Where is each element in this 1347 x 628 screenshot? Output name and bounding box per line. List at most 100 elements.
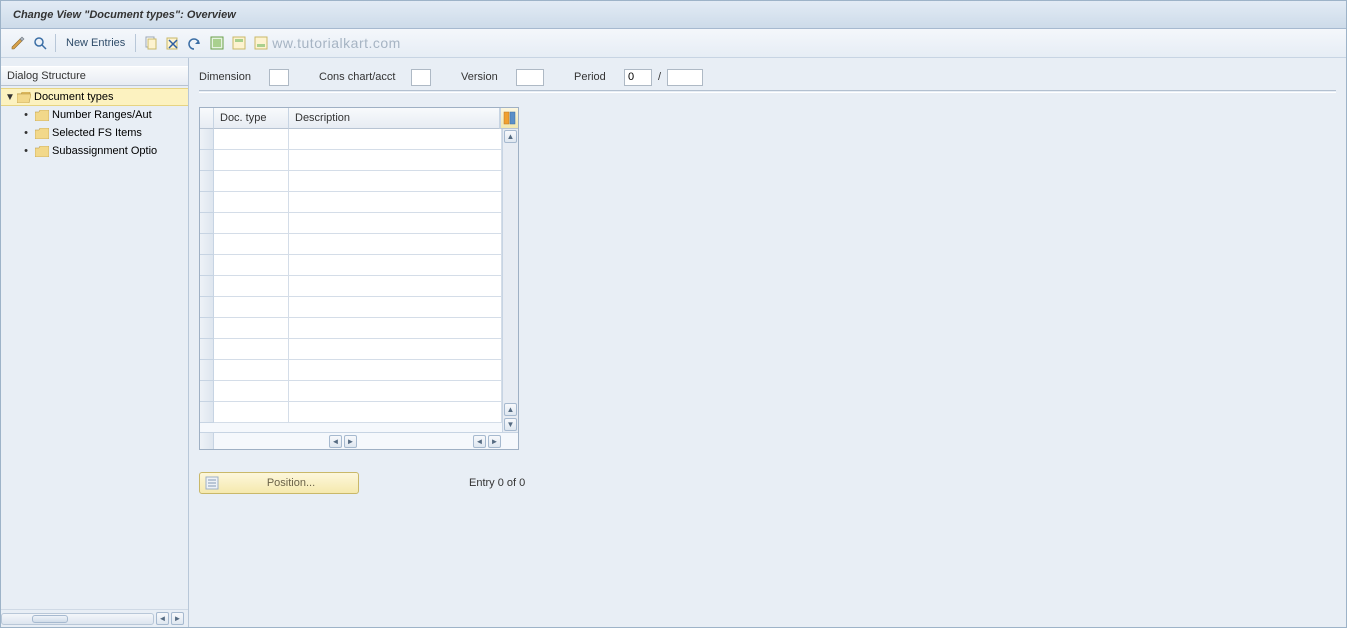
cell-description[interactable] — [289, 255, 502, 276]
cell-description[interactable] — [289, 402, 502, 423]
cell-description[interactable] — [289, 129, 502, 150]
scroll-up-icon[interactable]: ▲ — [504, 130, 517, 143]
cell-description[interactable] — [289, 171, 502, 192]
row-selector[interactable] — [200, 402, 214, 423]
cell-doc-type[interactable] — [214, 234, 289, 255]
scroll-right-icon[interactable]: ► — [171, 612, 184, 625]
scroll-left-icon[interactable]: ◄ — [329, 435, 342, 448]
parameters-row: Dimension Cons chart/acct Version Period… — [199, 66, 1336, 88]
cell-description[interactable] — [289, 234, 502, 255]
left-panel-scrollbar[interactable]: ◄ ► — [1, 609, 188, 627]
row-selector[interactable] — [200, 381, 214, 402]
toolbar: New Entries ww.tutorialkart.com — [1, 29, 1346, 58]
cell-description[interactable] — [289, 297, 502, 318]
cell-doc-type[interactable] — [214, 339, 289, 360]
cell-doc-type[interactable] — [214, 213, 289, 234]
cell-description[interactable] — [289, 318, 502, 339]
delete-icon[interactable] — [164, 34, 182, 52]
watermark-text: ww.tutorialkart.com — [272, 35, 401, 51]
scroll-down-icon[interactable]: ▼ — [504, 418, 517, 431]
row-selector[interactable] — [200, 318, 214, 339]
undo-icon[interactable] — [186, 34, 204, 52]
horizontal-scrollbar[interactable]: ◄ ► ◄ ► — [200, 432, 518, 449]
table-row[interactable] — [200, 234, 518, 255]
cell-description[interactable] — [289, 339, 502, 360]
table-row[interactable] — [200, 360, 518, 381]
table-row[interactable] — [200, 402, 518, 423]
table-row[interactable] — [200, 150, 518, 171]
version-label: Version — [461, 71, 516, 83]
cell-description[interactable] — [289, 381, 502, 402]
row-selector[interactable] — [200, 234, 214, 255]
tree-node-selected-fs-items[interactable]: • Selected FS Items — [1, 124, 188, 142]
row-selector[interactable] — [200, 213, 214, 234]
scroll-left-icon[interactable]: ◄ — [473, 435, 486, 448]
row-selector-header[interactable] — [200, 108, 214, 129]
cell-description[interactable] — [289, 213, 502, 234]
deselect-all-icon[interactable] — [252, 34, 270, 52]
cell-doc-type[interactable] — [214, 402, 289, 423]
row-selector[interactable] — [200, 171, 214, 192]
row-selector[interactable] — [200, 150, 214, 171]
position-button[interactable]: Position... — [199, 472, 359, 494]
dimension-field[interactable] — [269, 69, 289, 86]
vertical-scrollbar[interactable]: ▲ ▲ ▼ — [502, 129, 518, 432]
column-header-description[interactable]: Description — [289, 108, 500, 129]
copy-icon[interactable] — [142, 34, 160, 52]
scroll-right-icon[interactable]: ► — [344, 435, 357, 448]
version-field[interactable] — [516, 69, 544, 86]
dimension-label: Dimension — [199, 71, 269, 83]
cell-description[interactable] — [289, 360, 502, 381]
cell-doc-type[interactable] — [214, 129, 289, 150]
scroll-up-icon[interactable]: ▲ — [504, 403, 517, 416]
tree-node-subassignment-options[interactable]: • Subassignment Optio — [1, 142, 188, 160]
tree-node-number-ranges[interactable]: • Number Ranges/Aut — [1, 106, 188, 124]
table-configure-icon[interactable] — [500, 108, 518, 129]
row-selector[interactable] — [200, 360, 214, 381]
table-row[interactable] — [200, 129, 518, 150]
row-selector[interactable] — [200, 255, 214, 276]
table-row[interactable] — [200, 381, 518, 402]
table-row[interactable] — [200, 318, 518, 339]
row-selector[interactable] — [200, 192, 214, 213]
folder-open-icon — [17, 92, 31, 103]
cell-doc-type[interactable] — [214, 192, 289, 213]
row-selector[interactable] — [200, 297, 214, 318]
table-row[interactable] — [200, 171, 518, 192]
toggle-display-change-icon[interactable] — [9, 34, 27, 52]
table-row[interactable] — [200, 255, 518, 276]
tree-node-document-types[interactable]: ▼ Document types — [1, 88, 188, 106]
table-row[interactable] — [200, 192, 518, 213]
table-row[interactable] — [200, 297, 518, 318]
table-row[interactable] — [200, 213, 518, 234]
cons-chart-field[interactable] — [411, 69, 431, 86]
cell-description[interactable] — [289, 192, 502, 213]
select-block-icon[interactable] — [230, 34, 248, 52]
table-row[interactable] — [200, 276, 518, 297]
column-header-doc-type[interactable]: Doc. type — [214, 108, 289, 129]
period-field-1[interactable]: 0 — [624, 69, 652, 86]
period-field-2[interactable] — [667, 69, 703, 86]
select-all-icon[interactable] — [208, 34, 226, 52]
cell-description[interactable] — [289, 276, 502, 297]
cell-doc-type[interactable] — [214, 297, 289, 318]
row-selector[interactable] — [200, 129, 214, 150]
row-selector[interactable] — [200, 339, 214, 360]
scroll-left-icon[interactable]: ◄ — [156, 612, 169, 625]
cell-doc-type[interactable] — [214, 150, 289, 171]
scroll-right-icon[interactable]: ► — [488, 435, 501, 448]
other-view-icon[interactable] — [31, 34, 49, 52]
cell-doc-type[interactable] — [214, 276, 289, 297]
cell-doc-type[interactable] — [214, 360, 289, 381]
table-row[interactable] — [200, 339, 518, 360]
cell-doc-type[interactable] — [214, 318, 289, 339]
cell-doc-type[interactable] — [214, 171, 289, 192]
new-entries-button[interactable]: New Entries — [62, 37, 129, 49]
collapse-icon[interactable]: ▼ — [5, 92, 15, 103]
folder-closed-icon — [35, 110, 49, 121]
cell-description[interactable] — [289, 150, 502, 171]
content-panel: Dimension Cons chart/acct Version Period… — [189, 58, 1346, 627]
row-selector[interactable] — [200, 276, 214, 297]
cell-doc-type[interactable] — [214, 255, 289, 276]
cell-doc-type[interactable] — [214, 381, 289, 402]
